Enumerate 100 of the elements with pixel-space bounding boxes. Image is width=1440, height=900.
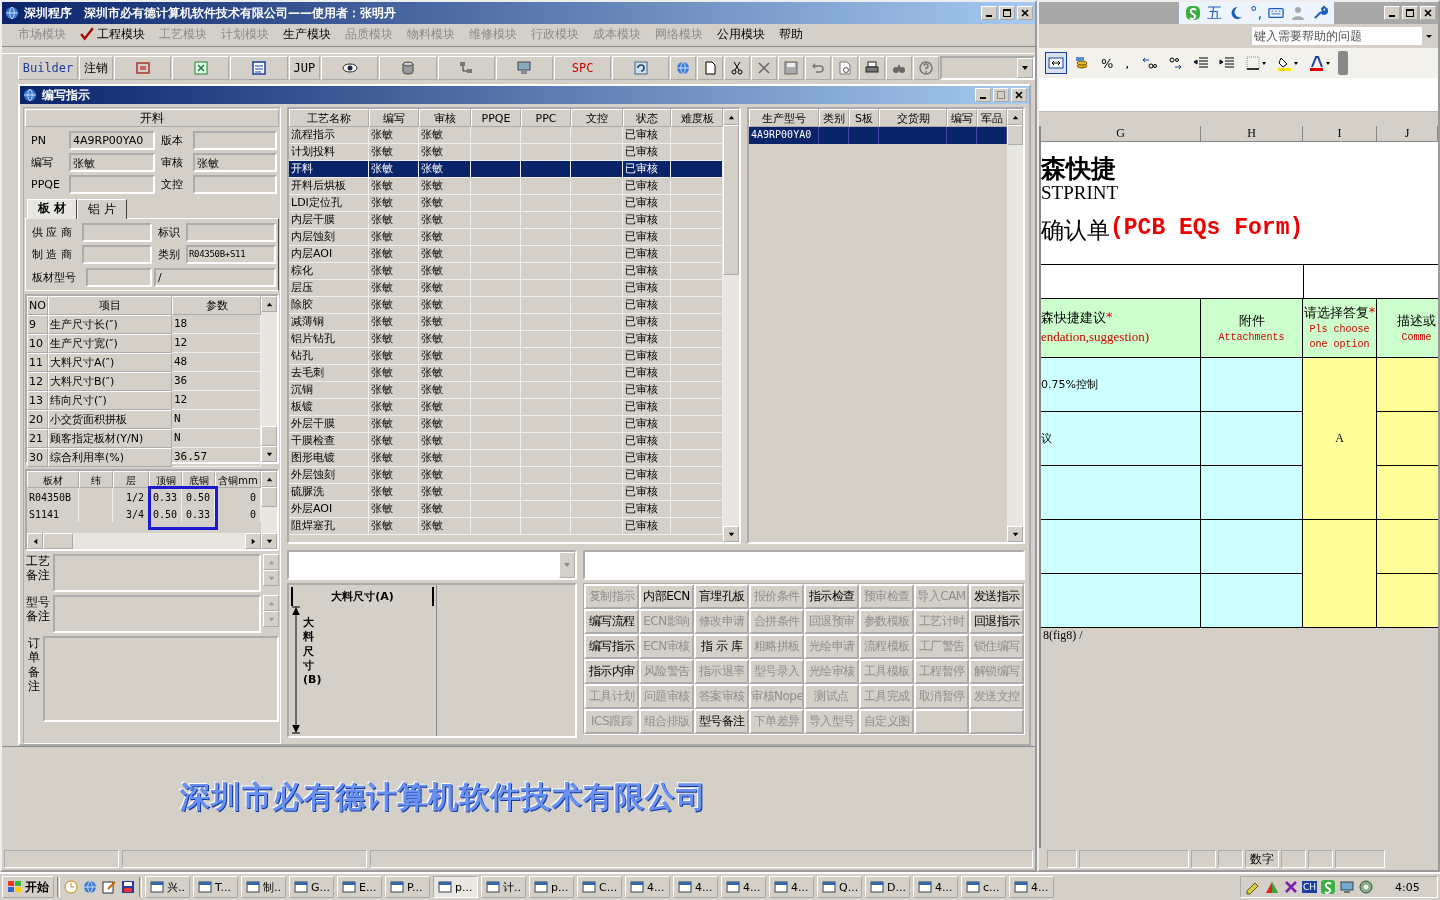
table-row[interactable]: 外层蚀刻 张敏 张敏 已审核 — [289, 467, 723, 484]
table-row[interactable]: 内层AOI 张敏 张敏 已审核 — [289, 246, 723, 263]
table-row[interactable]: 铝片钻孔 张敏 张敏 已审核 — [289, 331, 723, 348]
column-header[interactable]: J — [1377, 126, 1438, 142]
column-header[interactable]: H — [1201, 126, 1303, 142]
minimize-button[interactable] — [975, 88, 991, 102]
text-field[interactable] — [82, 245, 152, 264]
taskbar-button[interactable]: P... — [385, 876, 430, 898]
table-row[interactable]: 钻孔 张敏 张敏 已审核 — [289, 348, 723, 365]
minimize-button[interactable] — [981, 6, 997, 20]
tab[interactable]: 铝 片 — [77, 199, 127, 219]
toolbar-options-button[interactable] — [1337, 51, 1348, 75]
text-field[interactable]: 4A9RP00YA0 — [69, 131, 155, 150]
globe-icon[interactable] — [82, 879, 98, 895]
action-button[interactable]: 指 示 库 — [694, 634, 749, 659]
taskbar-button[interactable]: C... — [577, 876, 622, 898]
cross-icon[interactable] — [1282, 879, 1299, 895]
action-button[interactable]: 回退指示 — [969, 609, 1024, 634]
taskbar-button[interactable]: 4... — [913, 876, 958, 898]
start-button[interactable]: 开始 — [2, 876, 54, 898]
toolbar-button[interactable]: , — [1121, 55, 1134, 71]
column-header[interactable]: G — [1041, 126, 1201, 142]
table-row[interactable]: 内层蚀刻 张敏 张敏 已审核 — [289, 229, 723, 246]
text-field[interactable] — [82, 223, 152, 242]
action-button[interactable]: 编写流程 — [584, 609, 639, 634]
menu-item[interactable]: 工程模块 — [80, 25, 145, 43]
action-button[interactable]: 内部ECN — [639, 584, 694, 609]
scrollbar[interactable] — [27, 533, 261, 549]
text-field[interactable]: R04350B+S11 — [186, 245, 276, 264]
toolbar-button[interactable] — [1045, 52, 1067, 74]
taskbar-button[interactable]: 制.. — [241, 876, 286, 898]
scrollbar[interactable] — [723, 109, 739, 542]
text-field[interactable]: / — [154, 268, 276, 287]
table-row[interactable]: LDI定位孔 张敏 张敏 已审核 — [289, 195, 723, 212]
close-button[interactable] — [1017, 6, 1033, 20]
blank-button[interactable] — [969, 709, 1024, 734]
text-field[interactable] — [186, 223, 276, 242]
action-button[interactable]: 发送指示 — [969, 584, 1024, 609]
scrollbar-thumb[interactable] — [43, 533, 73, 549]
scrollbar-thumb[interactable] — [261, 487, 277, 507]
table-row[interactable]: 开料 张敏 张敏 已审核 — [289, 161, 723, 178]
combo-box[interactable] — [940, 56, 1035, 80]
text-field[interactable] — [583, 550, 1025, 580]
scrollbar-thumb[interactable] — [723, 125, 739, 275]
text-field[interactable]: 张敏 — [69, 153, 155, 172]
taskbar-button[interactable]: 4... — [721, 876, 766, 898]
menu-item[interactable]: 帮助 — [779, 25, 803, 43]
table-row[interactable]: 流程指示 张敏 张敏 已审核 — [289, 127, 723, 144]
table-row[interactable]: 沉铜 张敏 张敏 已审核 — [289, 382, 723, 399]
toolbar-button[interactable]: JUP — [288, 56, 321, 80]
action-button[interactable]: 指示内审 — [584, 659, 639, 684]
action-button[interactable]: 指示检查 — [804, 584, 859, 609]
taskbar-button[interactable]: 兴.. — [145, 876, 190, 898]
text-area[interactable] — [53, 554, 261, 592]
scrollbar[interactable] — [1007, 109, 1023, 542]
table-row[interactable]: 硫脲洗 张敏 张敏 已审核 — [289, 484, 723, 501]
monitor-icon[interactable] — [1339, 879, 1355, 895]
text-field[interactable] — [193, 175, 277, 194]
wrench-icon[interactable] — [1312, 5, 1329, 21]
taskbar-button[interactable]: 4... — [769, 876, 814, 898]
action-button[interactable]: 编写指示 — [584, 634, 639, 659]
table-row[interactable]: 4A9RP00YA0 — [749, 127, 1007, 144]
gear-icon[interactable] — [1358, 879, 1374, 895]
text-area[interactable] — [53, 595, 261, 633]
table-row[interactable]: 外层AOI 张敏 张敏 已审核 — [289, 501, 723, 518]
table-row[interactable]: 图形电镀 张敏 张敏 已审核 — [289, 450, 723, 467]
toolbar-button[interactable]: % — [1097, 55, 1118, 71]
column-header[interactable]: I — [1303, 126, 1377, 142]
table-row[interactable]: 板镀 张敏 张敏 已审核 — [289, 399, 723, 416]
taskbar-button[interactable]: p... — [529, 876, 574, 898]
input-mode[interactable]: 五 — [1207, 3, 1222, 23]
clock-icon[interactable] — [63, 879, 79, 895]
close-button[interactable] — [1011, 88, 1027, 102]
maximize-button[interactable] — [1402, 6, 1418, 20]
text-area[interactable] — [43, 636, 279, 722]
taskbar-button[interactable]: 计.. — [481, 876, 526, 898]
save-icon[interactable] — [120, 879, 136, 895]
keyboard-icon[interactable] — [1268, 5, 1285, 21]
scrollbar[interactable] — [261, 296, 277, 462]
logo-icon[interactable] — [1320, 879, 1336, 895]
scrollbar-thumb[interactable] — [261, 426, 277, 446]
action-button[interactable]: 盲埋孔板 — [694, 584, 749, 609]
taskbar-button[interactable]: Q... — [817, 876, 862, 898]
table-row[interactable]: 外层干膜 张敏 张敏 已审核 — [289, 416, 723, 433]
text-field[interactable] — [86, 268, 152, 287]
dropdown[interactable] — [287, 550, 577, 580]
table-row[interactable]: 开料后烘板 张敏 张敏 已审核 — [289, 178, 723, 195]
taskbar-button[interactable]: 4... — [1009, 876, 1054, 898]
toolbar-button[interactable]: 注销 — [79, 56, 113, 80]
person-icon[interactable] — [1290, 5, 1307, 21]
menu-item[interactable]: 公用模块 — [717, 25, 765, 43]
scrollbar[interactable] — [261, 471, 277, 549]
table-row[interactable]: 层压 张敏 张敏 已审核 — [289, 280, 723, 297]
taskbar-button[interactable]: T... — [193, 876, 238, 898]
blank-button[interactable] — [914, 709, 969, 734]
table-row[interactable]: 干膜检查 张敏 张敏 已审核 — [289, 433, 723, 450]
tab[interactable]: 板 材 — [27, 199, 78, 219]
help-search-field[interactable]: 键入需要帮助的问题 — [1252, 27, 1422, 45]
toolbar-button[interactable]: Builder — [18, 56, 78, 80]
punctuation-mode[interactable]: °, — [1250, 4, 1263, 22]
